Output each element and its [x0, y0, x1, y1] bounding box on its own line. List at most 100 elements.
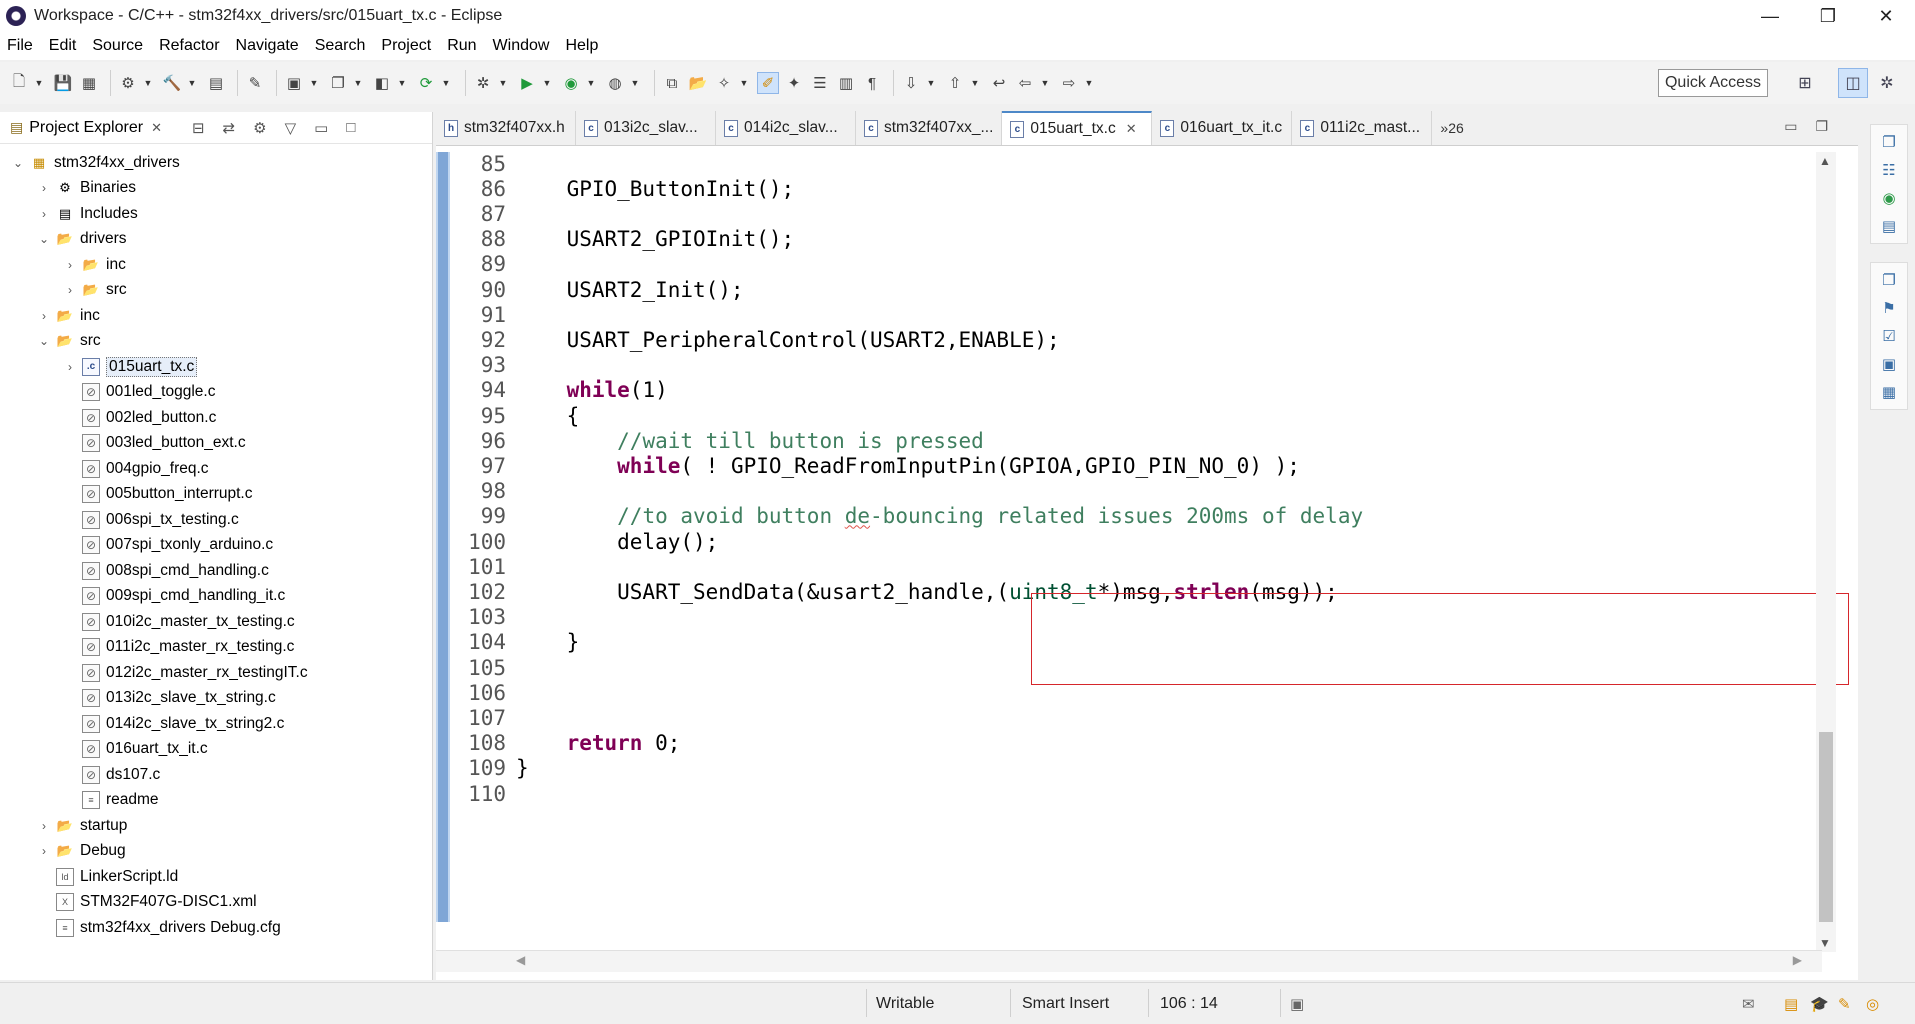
tree-item[interactable]: ⊘ 008spi_cmd_handling.c	[62, 558, 269, 583]
open-folder-icon[interactable]: 📂	[687, 72, 709, 94]
toggle-breadcrumb-icon[interactable]: ☰	[809, 72, 831, 94]
code-text[interactable]: //to avoid button de-bouncing related is…	[510, 504, 1363, 528]
project-explorer-tab[interactable]: ▤ Project Explorer ✕ ⊟ ⇄ ⚙ ▽ ▭ □	[0, 112, 432, 144]
expand-arrow-icon[interactable]: ›	[62, 258, 78, 272]
editor-tab[interactable]: c stm32f407xx_...	[856, 111, 1003, 145]
tree-item[interactable]: › 📂 inc	[62, 252, 126, 277]
tree-item[interactable]: › 📂 Debug	[36, 839, 126, 864]
code-text[interactable]: delay();	[510, 530, 718, 554]
forward-dropdown-icon[interactable]: ▼	[1084, 72, 1094, 94]
close-window-button[interactable]: ✕	[1857, 0, 1915, 32]
learn-icon[interactable]: 🎓	[1810, 983, 1829, 1024]
tip-icon[interactable]: ▤	[1784, 983, 1798, 1024]
outline-icon[interactable]: ☷	[1882, 161, 1895, 179]
tree-item[interactable]: ld LinkerScript.ld	[36, 864, 178, 889]
build-icon[interactable]: 🔨	[161, 72, 183, 94]
tree-item[interactable]: › 📂 src	[62, 278, 127, 303]
tree-item[interactable]: ⊘ 006spi_tx_testing.c	[62, 507, 239, 532]
scroll-up-icon[interactable]: ▲	[1819, 154, 1831, 168]
coverage-dropdown-icon[interactable]: ▼	[586, 72, 596, 94]
editor-tab[interactable]: h stm32f407xx.h	[436, 111, 576, 145]
next-annotation-icon[interactable]: ⇩	[900, 72, 922, 94]
tree-item[interactable]: ⊘ 010i2c_master_tx_testing.c	[62, 609, 295, 634]
tree-item[interactable]: ≡ readme	[62, 788, 159, 813]
close-tab-icon[interactable]: ✕	[1126, 121, 1137, 137]
code-line[interactable]: 97 while( ! GPIO_ReadFromInputPin(GPIOA,…	[450, 450, 1300, 481]
editor-tab[interactable]: c 013i2c_slav...	[576, 111, 716, 145]
scroll-thumb[interactable]	[1819, 732, 1833, 922]
mark-occurrences-icon[interactable]: ✦	[783, 72, 805, 94]
tree-item[interactable]: ≡ stm32f4xx_drivers Debug.cfg	[36, 915, 281, 940]
code-editor[interactable]: 85 86 GPIO_ButtonInit(); 87 88 USART2_GPIOI…	[436, 152, 1822, 962]
maximize-button[interactable]: ❐	[1799, 0, 1857, 32]
code-text[interactable]: }	[510, 630, 580, 654]
debug-perspective-icon[interactable]: ✲	[1872, 68, 1902, 98]
focus-icon[interactable]: ⚙	[253, 119, 266, 137]
refresh-dropdown-icon[interactable]: ▼	[441, 72, 451, 94]
scroll-left-icon[interactable]: ◀	[516, 953, 525, 967]
open-type-icon[interactable]: ⧉	[661, 72, 683, 94]
editor-tab[interactable]: c 014i2c_slav...	[716, 111, 856, 145]
tree-item[interactable]: ⊘ 002led_button.c	[62, 405, 216, 430]
highlight-edit-icon[interactable]: ✐	[757, 72, 779, 94]
new-folder-icon[interactable]: ❐	[327, 72, 349, 94]
minimize-view-icon[interactable]: ▭	[314, 119, 328, 137]
debug-icon[interactable]: ✲	[472, 72, 494, 94]
edit-icon[interactable]: ✎	[1838, 983, 1851, 1024]
view-menu-icon[interactable]: ▽	[285, 119, 297, 137]
expand-arrow-icon[interactable]: ›	[36, 207, 52, 221]
tree-item[interactable]: ⊘ ds107.c	[62, 762, 160, 787]
new-class-icon[interactable]: ◧	[371, 72, 393, 94]
collapse-all-icon[interactable]: ⊟	[192, 119, 205, 137]
editor-tab[interactable]: c 015uart_tx.c ✕	[1002, 111, 1153, 145]
run-icon[interactable]: ▶	[516, 72, 538, 94]
maximize-view-icon[interactable]: □	[346, 119, 355, 137]
tree-item[interactable]: ⊘ 012i2c_master_rx_testingIT.c	[62, 660, 308, 685]
scroll-right-icon[interactable]: ▶	[1793, 953, 1802, 967]
quick-access-field[interactable]: Quick Access	[1658, 69, 1768, 97]
new-dropdown-icon[interactable]: ▼	[34, 72, 44, 94]
tree-item[interactable]: › ⚙ Binaries	[36, 176, 136, 201]
code-text[interactable]: {	[510, 404, 580, 428]
problems-icon[interactable]: ⚑	[1882, 299, 1895, 317]
tab-overflow-indicator[interactable]: »26	[1440, 111, 1463, 145]
menu-run[interactable]: Run	[440, 37, 485, 55]
tree-item[interactable]: ⊘ 003led_button_ext.c	[62, 431, 246, 456]
back-dropdown-icon[interactable]: ▼	[1040, 72, 1050, 94]
code-text[interactable]: USART_PeripheralControl(USART2,ENABLE);	[510, 328, 1060, 352]
save-icon[interactable]: 💾	[52, 72, 74, 94]
maximize-editor-icon[interactable]: ❐	[1815, 118, 1828, 135]
tree-item[interactable]: ⊘ 011i2c_master_rx_testing.c	[62, 635, 294, 660]
tree-item[interactable]: ⌄ ▦ stm32f4xx_drivers	[10, 150, 180, 175]
code-text[interactable]: USART2_Init();	[510, 278, 744, 302]
code-text[interactable]: while( ! GPIO_ReadFromInputPin(GPIOA,GPI…	[510, 454, 1300, 478]
search-icon[interactable]: ✧	[713, 72, 735, 94]
tree-item[interactable]: ⊘ 004gpio_freq.c	[62, 456, 209, 481]
refresh-icon[interactable]: ⟳	[415, 72, 437, 94]
menu-project[interactable]: Project	[374, 37, 440, 55]
tree-item[interactable]: ⊘ 016uart_tx_it.c	[62, 737, 208, 762]
code-text[interactable]: GPIO_ButtonInit();	[510, 177, 795, 201]
tree-item[interactable]: ⊘ 013i2c_slave_tx_string.c	[62, 686, 276, 711]
tree-item[interactable]: ⌄ 📂 drivers	[36, 227, 127, 252]
code-text[interactable]: while(1)	[510, 378, 668, 402]
menu-refactor[interactable]: Refactor	[152, 37, 228, 55]
external-tools-icon[interactable]: ◍	[604, 72, 626, 94]
configurations-dropdown-icon[interactable]: ▼	[143, 72, 153, 94]
tree-item[interactable]: ⊘ 014i2c_slave_tx_string2.c	[62, 711, 284, 736]
menu-navigate[interactable]: Navigate	[229, 37, 308, 55]
previous-annotation-icon[interactable]: ⇧	[944, 72, 966, 94]
menu-help[interactable]: Help	[558, 37, 607, 55]
make-target-icon[interactable]: ◉	[1882, 189, 1895, 207]
code-line[interactable]: 92 USART_PeripheralControl(USART2,ENABLE…	[450, 324, 1060, 355]
expand-arrow-icon[interactable]: ›	[36, 181, 52, 195]
debug-dropdown-icon[interactable]: ▼	[498, 72, 508, 94]
code-text[interactable]: //wait till button is pressed	[510, 429, 984, 453]
menu-search[interactable]: Search	[308, 37, 375, 55]
code-text[interactable]: return 0;	[510, 731, 681, 755]
menu-file[interactable]: File	[0, 37, 42, 55]
code-text[interactable]: USART2_GPIOInit();	[510, 227, 795, 251]
task-list-icon[interactable]: ▤	[1882, 217, 1896, 235]
tree-item[interactable]: › 📂 startup	[36, 813, 127, 838]
tree-item[interactable]: X STM32F407G-DISC1.xml	[36, 890, 257, 915]
